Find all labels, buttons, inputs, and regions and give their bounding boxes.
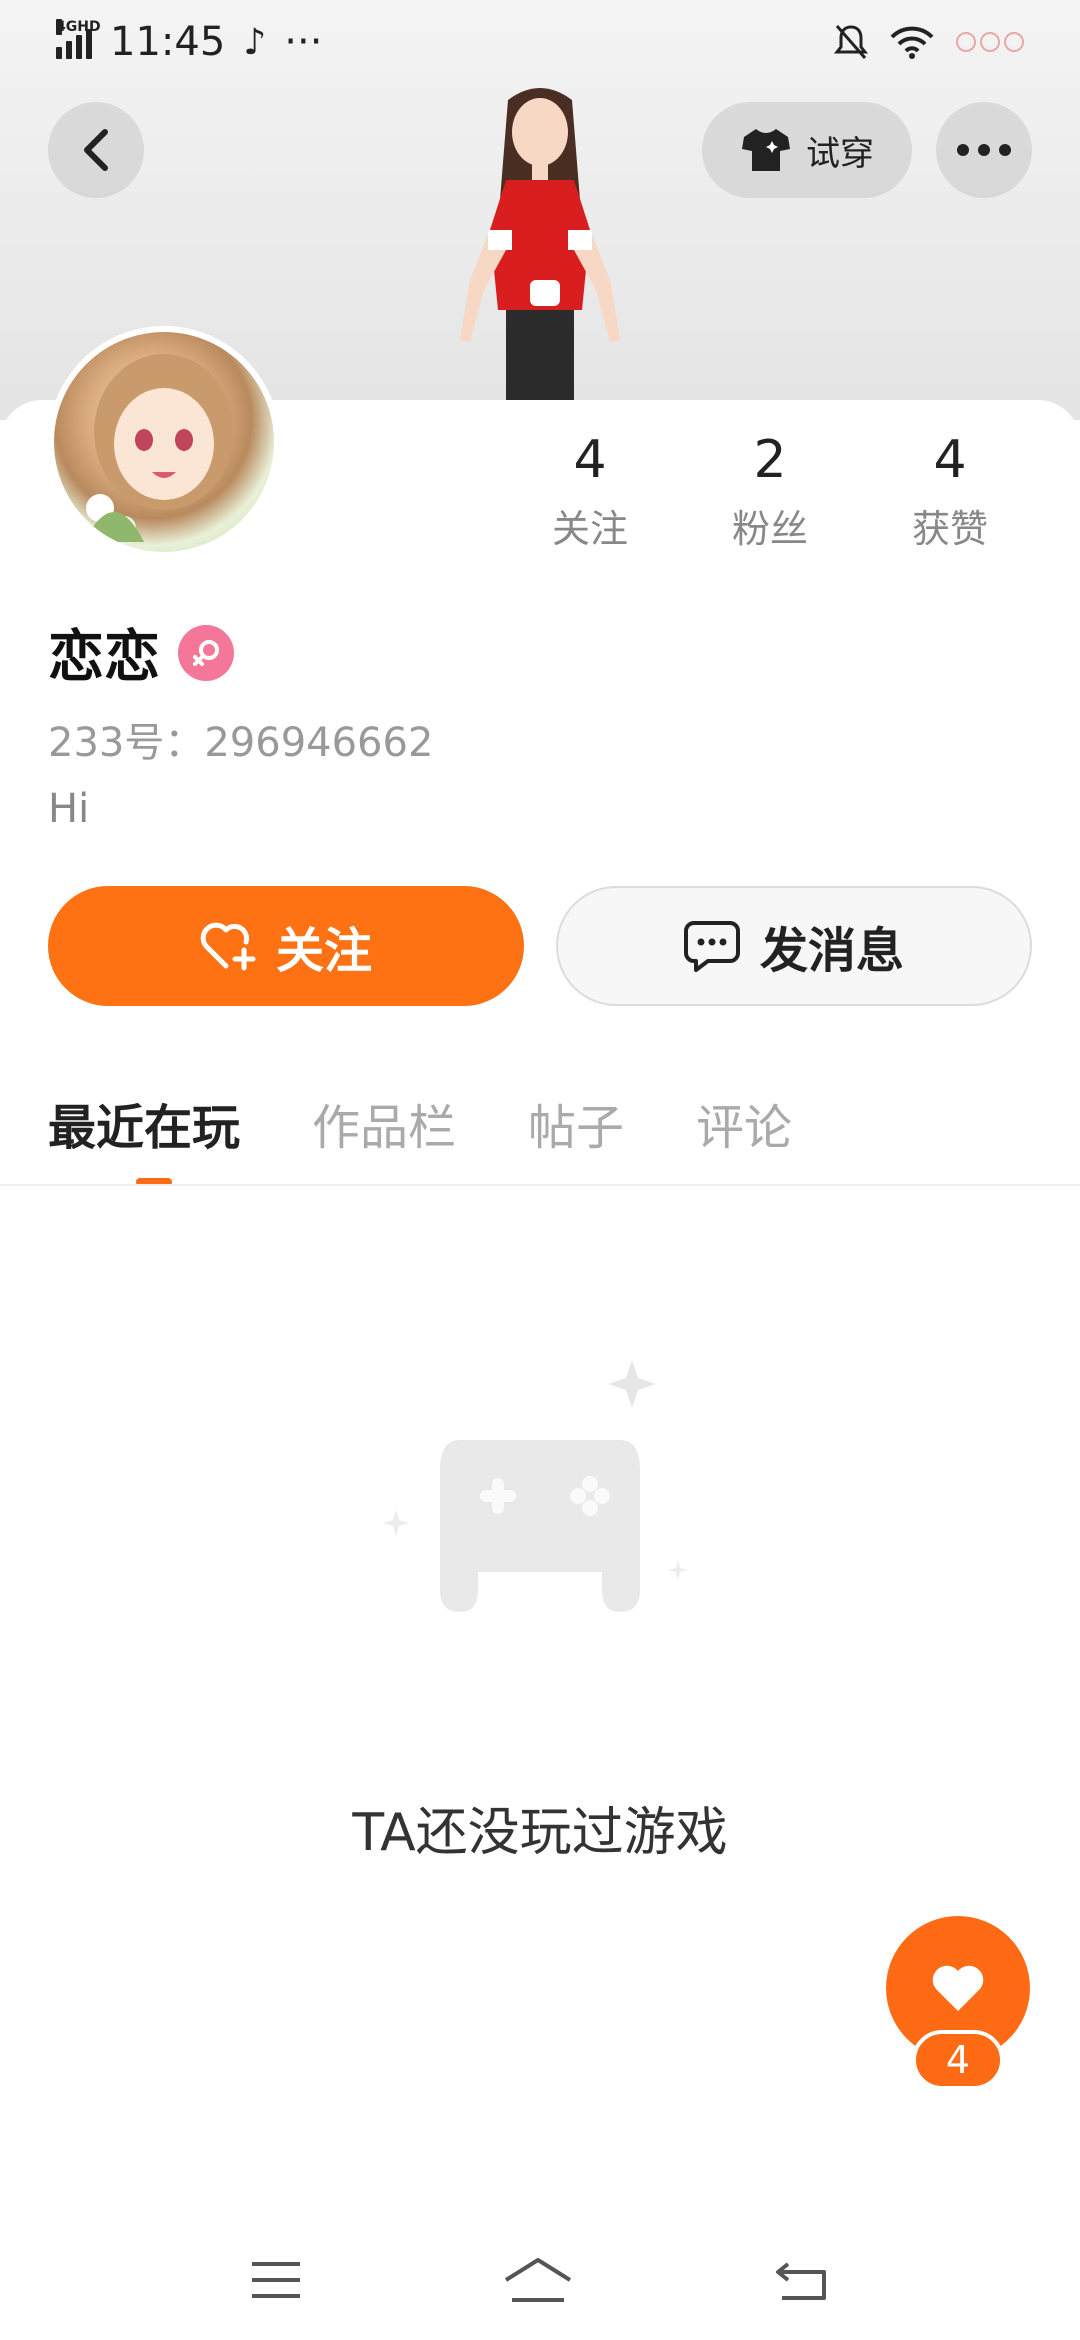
back-nav-icon[interactable] — [774, 2258, 830, 2302]
profile-stats: 4 关注 2 粉丝 4 获赞 — [500, 430, 1040, 553]
signal-strength-icon: 4GHD — [56, 19, 101, 59]
more-options-button[interactable] — [936, 102, 1032, 198]
avatar-3d-figure — [460, 88, 620, 410]
menu-icon[interactable] — [250, 2260, 302, 2300]
more-dots-icon — [957, 144, 1011, 156]
user-id: 233号：296946662 — [48, 720, 434, 766]
send-message-button[interactable]: 发消息 — [556, 886, 1032, 1006]
tab-recently-played[interactable]: 最近在玩 — [48, 1088, 240, 1158]
user-name: 恋恋 — [48, 625, 160, 690]
wifi-icon — [890, 26, 934, 59]
more-notifications-indicator: ··· — [284, 19, 323, 65]
stat-likes-label: 获赞 — [911, 507, 988, 551]
female-gender-icon — [178, 624, 234, 681]
status-bar: 4GHD 11:45 ♪ ··· — [0, 0, 1080, 84]
user-bio: Hi — [48, 786, 90, 832]
tab-posts[interactable]: 帖子 — [528, 1088, 624, 1158]
network-type-label: 4GHD — [56, 19, 101, 35]
tab-comments[interactable]: 评论 — [696, 1088, 792, 1158]
user-avatar[interactable] — [48, 326, 280, 558]
stat-followers-label: 粉丝 — [731, 507, 808, 551]
mute-icon — [834, 25, 868, 59]
profile-tabs: 最近在玩 作品栏 帖子 评论 — [48, 1088, 792, 1158]
chevron-left-icon — [84, 129, 108, 171]
stat-following-label: 关注 — [551, 507, 628, 551]
tiktok-notification-icon: ♪ — [243, 21, 267, 63]
try-on-button[interactable]: 试穿 — [702, 102, 912, 198]
empty-state-text: TA还没玩过游戏 — [352, 1803, 728, 1863]
follow-label: 关注 — [275, 923, 372, 979]
gamepad-empty-icon — [383, 1360, 688, 1612]
home-icon[interactable] — [502, 2256, 574, 2304]
chat-bubble-icon — [683, 921, 740, 972]
battery-icon — [956, 32, 1024, 52]
back-button[interactable] — [48, 102, 144, 198]
heart-icon — [932, 1965, 984, 2011]
stat-followers[interactable]: 2 粉丝 — [680, 430, 860, 553]
stat-likes-count: 4 — [933, 430, 967, 490]
tabs-divider — [0, 1184, 1080, 1186]
try-on-label: 试穿 — [806, 133, 874, 174]
stat-following-count: 4 — [573, 430, 607, 490]
tab-works[interactable]: 作品栏 — [312, 1088, 456, 1158]
system-nav-bar — [0, 2220, 1080, 2340]
tshirt-icon — [742, 129, 790, 171]
heart-plus-icon — [200, 922, 256, 971]
follow-button[interactable]: 关注 — [48, 886, 524, 1006]
avatar-illustration — [84, 354, 234, 542]
name-row: 恋恋 — [48, 612, 234, 693]
stat-likes[interactable]: 4 获赞 — [860, 430, 1040, 553]
send-message-label: 发消息 — [759, 923, 904, 979]
stat-following[interactable]: 4 关注 — [500, 430, 680, 553]
like-count-badge: 4 — [912, 2030, 1004, 2090]
status-time: 11:45 — [110, 19, 226, 65]
stat-followers-count: 2 — [753, 430, 787, 490]
